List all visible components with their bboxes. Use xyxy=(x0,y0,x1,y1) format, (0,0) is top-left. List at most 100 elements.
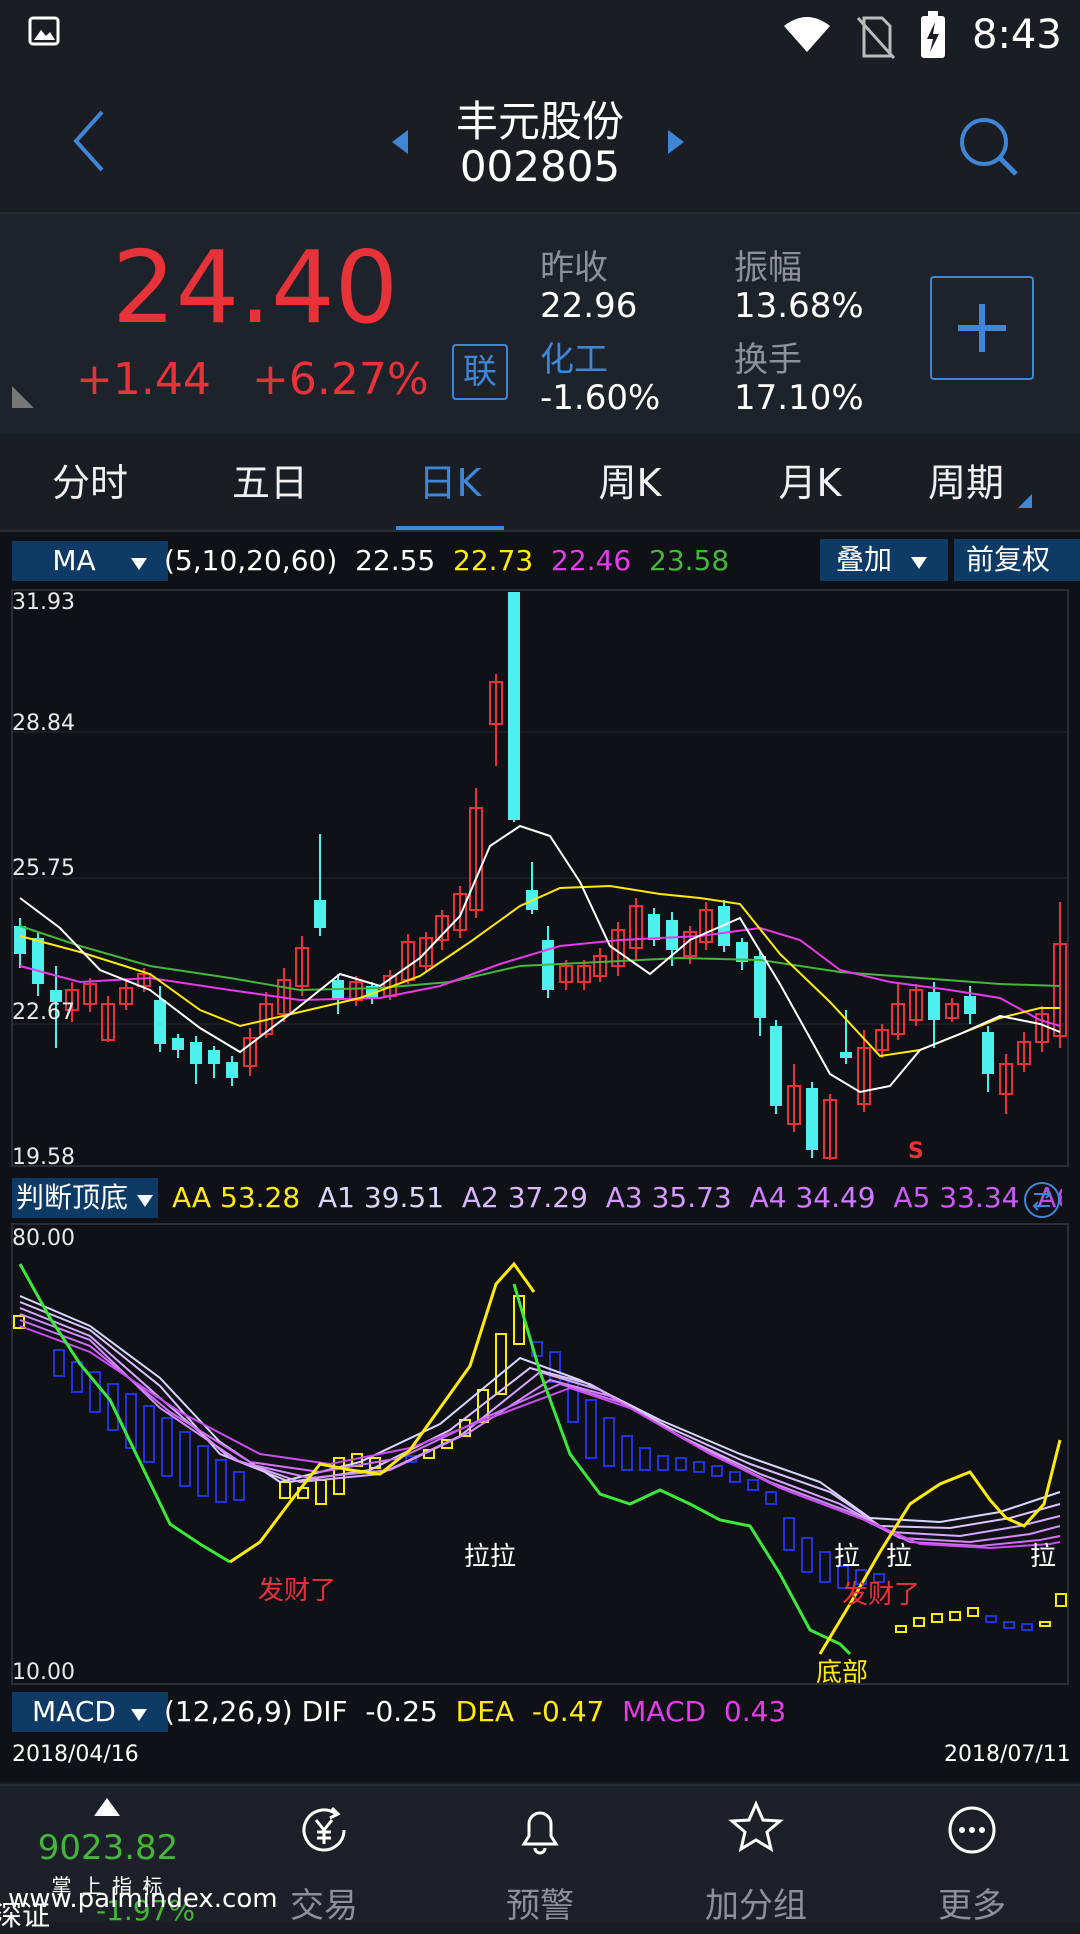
amplitude-label: 振幅 xyxy=(734,248,802,288)
price-change-pct: +6.27% xyxy=(252,354,429,405)
aa-label: AA xyxy=(172,1181,212,1214)
tab-intraday[interactable]: 分时 xyxy=(0,436,180,530)
dropdown-icon xyxy=(130,558,147,570)
prev-stock-icon[interactable] xyxy=(390,128,410,156)
indicator-axis-top: 80.00 xyxy=(12,1226,75,1251)
signal-la-2: 拉 xyxy=(834,1542,861,1572)
macd-params: (12,26,9) xyxy=(164,1695,293,1728)
tab-period-label: 周期 xyxy=(927,461,1004,505)
a5-value: 33.34 xyxy=(939,1181,1020,1214)
wifi-icon xyxy=(784,17,830,52)
signal-la-1: 拉拉 xyxy=(464,1542,517,1572)
tab-period[interactable]: 周期 xyxy=(900,436,1060,530)
signal-facai-1: 发财了 xyxy=(258,1576,337,1606)
nav-alert[interactable]: 预警 xyxy=(432,1786,648,1926)
ma-params: (5,10,20,60) xyxy=(164,544,338,577)
dropdown-icon xyxy=(136,1195,153,1207)
bell-icon xyxy=(521,1811,559,1855)
battery-charging-icon xyxy=(921,11,945,58)
stock-name: 丰元股份 xyxy=(455,97,624,146)
signal-facai-2: 发财了 xyxy=(842,1580,921,1610)
a4-value: 34.49 xyxy=(795,1181,876,1214)
quote-panel: 24.40 +1.44 +6.27% 联 昨收 22.96 化工 -1.60% … xyxy=(0,214,1080,434)
turnover-value: 17.10% xyxy=(734,378,864,418)
macd-selector[interactable]: MACD xyxy=(12,1692,168,1732)
dif-label: DIF xyxy=(301,1695,348,1728)
sector-link[interactable]: 化工 xyxy=(540,332,608,381)
dif-value: -0.25 xyxy=(365,1695,438,1728)
index-value: 9023.82 xyxy=(37,1828,179,1868)
price-adjust-button[interactable]: 前复权 xyxy=(954,539,1080,581)
gallery-notification-icon xyxy=(28,16,60,46)
kline-axis-3: 25.75 xyxy=(12,856,75,881)
tab-daily-k[interactable]: 日K xyxy=(360,436,540,530)
stock-code: 002805 xyxy=(459,142,621,191)
corner-triangle-icon xyxy=(1018,494,1033,508)
ma-selector-label: MA xyxy=(52,544,96,577)
a3-value: 35.73 xyxy=(651,1181,732,1214)
prev-close-label: 昨收 xyxy=(540,248,608,288)
clock: 8:43 xyxy=(972,12,1062,58)
macd-label: MACD xyxy=(622,1695,707,1728)
signal-la-3: 拉 xyxy=(886,1542,913,1572)
tab-monthly-k[interactable]: 月K xyxy=(720,436,900,530)
more-icon xyxy=(948,1806,996,1854)
ma-selector[interactable]: MA xyxy=(12,541,168,581)
price-change: +1.44 xyxy=(76,354,211,405)
indicator-selector[interactable]: 判断顶底 xyxy=(12,1178,158,1218)
amplitude-value: 13.68% xyxy=(734,286,864,326)
app-header: 丰元股份 002805 xyxy=(0,78,1080,214)
a1-value: 39.51 xyxy=(363,1181,445,1214)
aa-value: 53.28 xyxy=(220,1181,301,1214)
yen-cycle-icon xyxy=(302,1806,346,1852)
next-stock-icon[interactable] xyxy=(666,128,686,156)
macd-values: (12,26,9) DIF -0.25 DEA -0.47 MACD 0.43 xyxy=(164,1692,786,1732)
indicator-chart[interactable] xyxy=(0,1222,1080,1686)
period-tabs: 分时 五日 日K 周K 月K 周期 xyxy=(0,436,1080,532)
indicator-values: AA 53.28 A1 39.51 A2 37.29 A3 35.73 A4 3… xyxy=(172,1178,1062,1218)
ma-values: (5,10,20,60) 22.55 22.73 22.46 23.58 xyxy=(164,541,729,581)
a3-label: A3 xyxy=(605,1181,643,1214)
ma60-value: 23.58 xyxy=(649,544,730,577)
ma20-value: 22.46 xyxy=(551,544,632,577)
indicator-switch-icon[interactable] xyxy=(1022,1180,1062,1220)
candlesticks xyxy=(14,592,1067,1160)
macd-selector-label: MACD xyxy=(32,1695,116,1728)
status-bar: 8:43 xyxy=(0,0,1080,78)
a5-label: A5 xyxy=(893,1181,931,1214)
lian-badge[interactable]: 联 xyxy=(452,344,508,400)
nav-trade[interactable]: 交易 xyxy=(216,1786,432,1926)
back-arrow-icon[interactable] xyxy=(70,108,110,174)
nav-more[interactable]: 更多 xyxy=(864,1786,1080,1926)
expand-corner-icon[interactable] xyxy=(10,384,36,410)
dea-value: -0.47 xyxy=(531,1695,605,1728)
overlay-selector[interactable]: 叠加 xyxy=(820,539,948,581)
tab-weekly-k[interactable]: 周K xyxy=(540,436,720,530)
turnover-label: 换手 xyxy=(734,340,802,380)
no-sim-icon xyxy=(856,16,896,60)
tab-five-day[interactable]: 五日 xyxy=(180,436,360,530)
dropdown-icon xyxy=(130,1709,147,1721)
index-ticker[interactable]: 9023.82 掌 上 指 标 深证 -1.97% www.palmindex.… xyxy=(0,1786,278,1932)
signal-la-4: 拉 xyxy=(1030,1542,1057,1572)
star-icon xyxy=(728,1800,784,1853)
kline-axis-4: 22.67 xyxy=(12,1000,75,1025)
signal-dibu: 底部 xyxy=(816,1658,869,1688)
add-watchlist-button[interactable] xyxy=(930,276,1034,380)
end-date: 2018/07/11 xyxy=(944,1742,1071,1767)
kline-chart[interactable]: S xyxy=(0,586,1080,1172)
a1-label: A1 xyxy=(317,1181,355,1214)
overlay-label: 叠加 xyxy=(836,543,893,576)
ma60-line xyxy=(19,925,1061,992)
a4-label: A4 xyxy=(749,1181,787,1214)
prev-close-value: 22.96 xyxy=(540,286,638,326)
sell-marker: S xyxy=(908,1139,924,1164)
expand-up-icon xyxy=(94,1798,120,1816)
indicator-selector-label: 判断顶底 xyxy=(16,1181,129,1214)
sector-change: -1.60% xyxy=(540,378,661,418)
current-price: 24.40 xyxy=(112,229,399,346)
search-icon[interactable] xyxy=(956,114,1022,180)
kline-axis-top: 31.93 xyxy=(12,590,75,615)
nav-add-group[interactable]: 加分组 xyxy=(648,1786,864,1926)
plus-icon xyxy=(958,304,1006,352)
